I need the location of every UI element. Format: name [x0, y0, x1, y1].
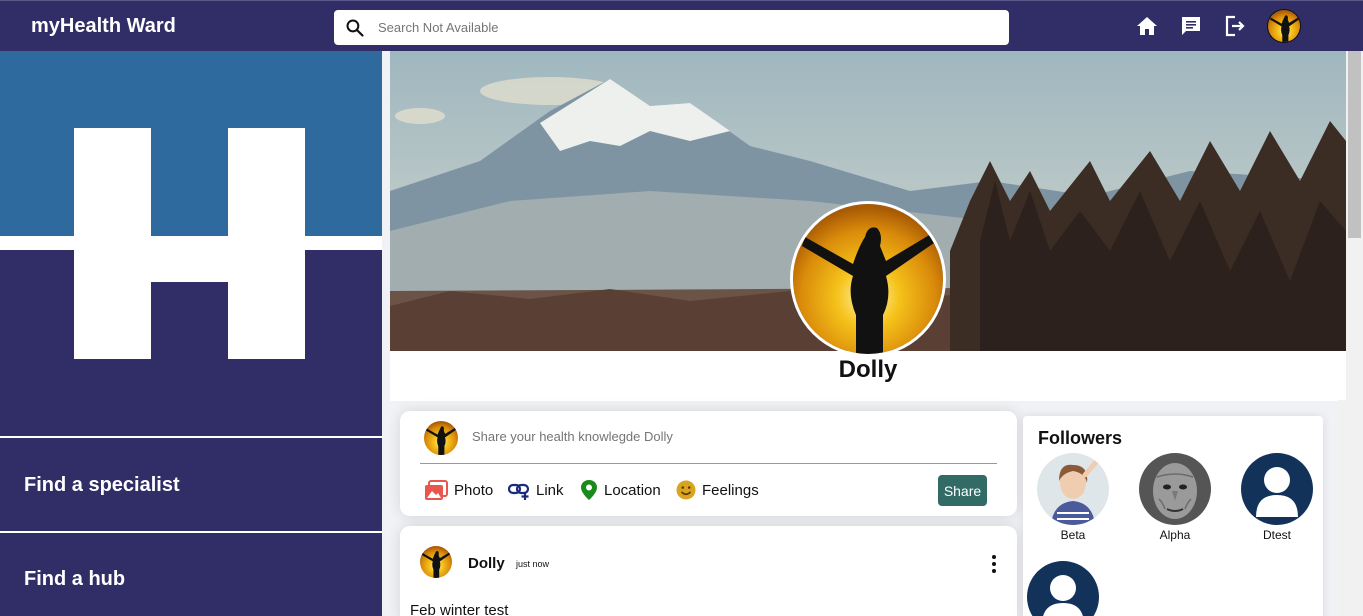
post-timestamp: just now [516, 559, 550, 569]
share-option-link[interactable]: Link [508, 477, 564, 503]
profile-name: Dolly [838, 356, 898, 383]
location-icon [581, 480, 597, 500]
follower-name: Alpha [1159, 528, 1191, 542]
share-option-photo[interactable]: Photo [424, 477, 493, 503]
search-bar[interactable] [334, 10, 1009, 45]
app-brand[interactable]: myHealth Ward [31, 15, 176, 38]
share-input[interactable] [472, 429, 972, 444]
follower-item[interactable]: Alpha [1139, 453, 1211, 542]
follower-avatar [1037, 453, 1109, 525]
search-icon [346, 19, 364, 37]
share-box: Photo Link Location [400, 411, 1017, 516]
home-icon[interactable] [1135, 14, 1159, 38]
follower-item[interactable]: Beta [1037, 453, 1109, 542]
user-avatar[interactable] [1267, 9, 1301, 43]
sidebar-item-find-hub[interactable]: Find a hub [24, 568, 125, 591]
profile-image [793, 204, 943, 354]
share-option-feelings[interactable]: Feelings [676, 477, 759, 503]
link-icon [508, 483, 530, 500]
logout-icon[interactable] [1223, 14, 1247, 38]
chat-icon[interactable] [1179, 14, 1203, 38]
share-option-label: Link [536, 481, 564, 499]
share-option-label: Photo [454, 481, 494, 499]
default-avatar-icon [1027, 561, 1099, 616]
profile-main: Dolly Photo Link [390, 51, 1346, 616]
follower-item[interactable] [1027, 561, 1099, 616]
follower-item[interactable]: Dtest [1241, 453, 1313, 542]
profile-avatar[interactable] [790, 201, 946, 357]
page-scrollbar-thumb[interactable] [1348, 51, 1361, 238]
follower-name: Dtest [1262, 528, 1291, 542]
feelings-icon [676, 480, 696, 500]
top-navbar: myHealth Ward [0, 0, 1363, 51]
share-option-label: Feelings [702, 481, 759, 499]
sidebar-divider [0, 436, 382, 438]
follower-avatar [1241, 453, 1313, 525]
avatar-image [1268, 10, 1301, 43]
post-text: Feb winter test [410, 602, 509, 616]
panel-scrollbar[interactable] [1338, 400, 1346, 616]
share-avatar [424, 421, 458, 455]
default-avatar-icon [1241, 453, 1313, 525]
share-option-location[interactable]: Location [580, 477, 661, 503]
follower-name: Beta [1060, 528, 1086, 542]
post-card: Dolly just now Feb winter test [400, 526, 1017, 616]
followers-title: Followers [1038, 428, 1123, 448]
share-divider [420, 463, 997, 464]
sidebar-divider [0, 531, 382, 533]
follower-avatar [1027, 561, 1099, 616]
photo-icon [425, 480, 448, 500]
search-input[interactable] [378, 10, 978, 45]
post-author-name[interactable]: Dolly [468, 555, 505, 572]
more-options-icon[interactable] [988, 554, 1000, 574]
sidebar: Find a specialist Find a hub [0, 51, 382, 616]
post-author-avatar[interactable] [420, 546, 452, 578]
share-button[interactable]: Share [938, 475, 987, 506]
share-option-label: Location [604, 481, 661, 499]
sidebar-item-find-specialist[interactable]: Find a specialist [24, 474, 180, 497]
follower-avatar [1139, 453, 1211, 525]
followers-panel: Followers Beta Alpha Dtest [1023, 416, 1323, 616]
